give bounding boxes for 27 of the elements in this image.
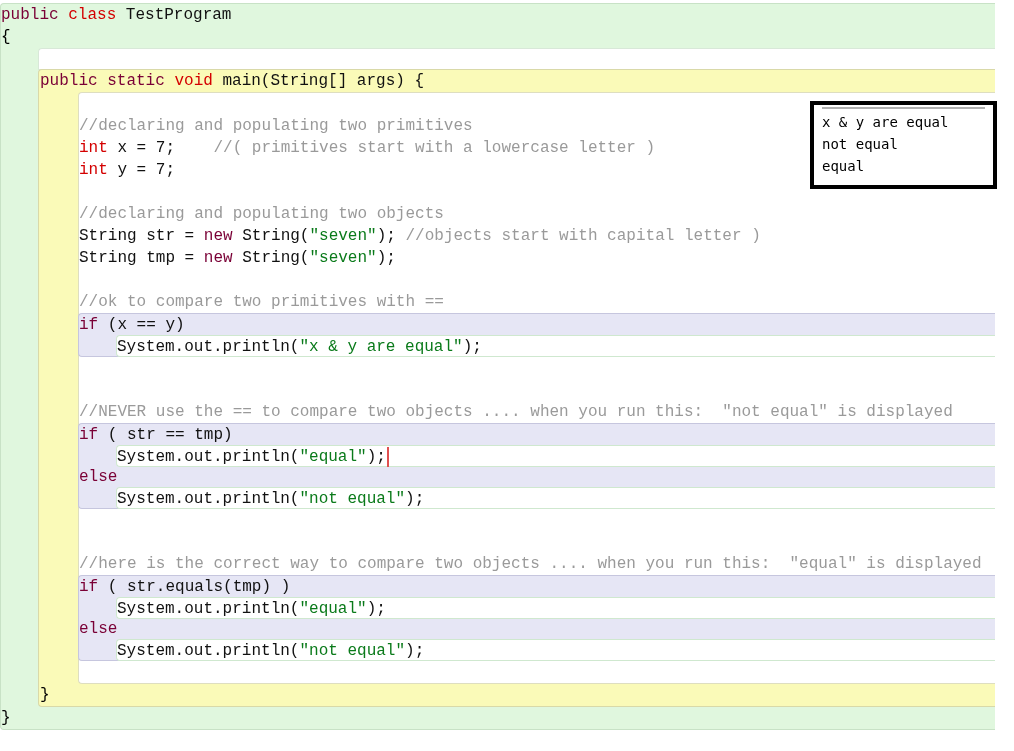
code-line: if ( str == tmp) — [79, 425, 233, 446]
code-line: public class TestProgram — [1, 5, 232, 26]
brace: } — [40, 686, 50, 704]
code-line: else — [79, 619, 118, 640]
code-line: System.out.println("not equal"); — [117, 489, 425, 510]
code-line: System.out.println("x & y are equal"); — [117, 337, 482, 358]
code-line: System.out.println("equal"); — [117, 599, 386, 620]
code-line: //ok to compare two primitives with == — [79, 292, 444, 313]
code-line: //declaring and populating two primitives — [79, 116, 473, 137]
code-line: System.out.println("equal"); — [117, 447, 386, 468]
code-line: //declaring and populating two objects — [79, 204, 444, 225]
output-line: x & y are equal — [822, 113, 950, 132]
output-line: equal — [822, 157, 866, 176]
code-line: String tmp = new String("seven"); — [79, 248, 396, 269]
code-line: //NEVER use the == to compare two objects .... when you run this: "not equal" is displayed — [79, 402, 953, 423]
code-line: String str = new String("seven"); //objects start with capital letter ) — [79, 226, 761, 247]
code-line: int y = 7; — [79, 160, 175, 181]
code-line: else — [79, 467, 118, 488]
code-line: int x = 7; //( primitives start with a lowercase letter ) — [79, 138, 656, 159]
brace: } — [1, 709, 11, 727]
code-line: System.out.println("not equal"); — [117, 641, 425, 662]
code-line: if ( str.equals(tmp) ) — [79, 577, 291, 598]
code-line: if (x == y) — [79, 315, 185, 336]
code-line: public static void main(String[] args) { — [40, 71, 425, 92]
brace: { — [1, 28, 11, 46]
code-line: //here is the correct way to compare two objects .... when you run this: "equal" is displayed — [79, 554, 982, 575]
output-line: not equal — [822, 135, 899, 154]
